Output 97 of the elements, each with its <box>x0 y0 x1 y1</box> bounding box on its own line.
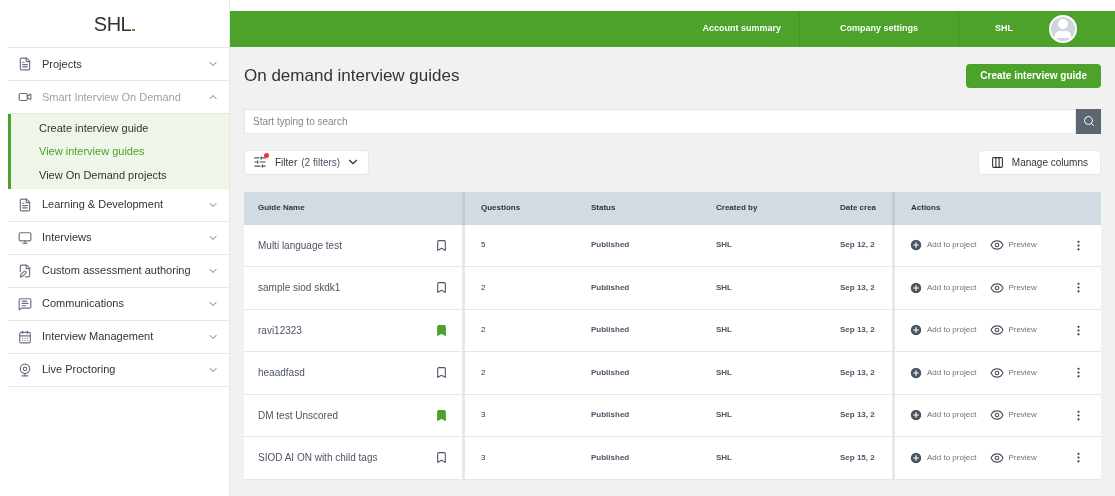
page-title: On demand interview guides <box>244 65 460 87</box>
guide-name[interactable]: heaadfasd <box>258 365 435 381</box>
guide-name[interactable]: ravi12323 <box>258 322 435 338</box>
bookmark-icon[interactable] <box>435 366 448 380</box>
submenu-item[interactable]: View On Demand projects <box>11 163 229 187</box>
column-header: Questions <box>481 202 521 214</box>
search-field[interactable]: Start typing to search <box>244 108 1076 134</box>
table-cell: 2 <box>481 366 486 379</box>
message-icon <box>18 296 32 311</box>
filter-button[interactable]: Filter (2 filters) <box>244 149 370 175</box>
table-cell: Sep 12, 2 <box>840 239 875 252</box>
search-button[interactable] <box>1076 108 1101 134</box>
bookmark-icon[interactable] <box>435 323 448 337</box>
add-to-project-button[interactable]: Add to project <box>909 408 977 423</box>
table-cell: 3 <box>481 451 486 464</box>
plus-circle-icon <box>909 365 923 380</box>
table-cell: Published <box>591 366 630 379</box>
bookmark-icon[interactable] <box>435 238 448 252</box>
eye-icon <box>990 450 1005 465</box>
sidebar-item[interactable]: Interviews <box>8 221 229 255</box>
column-header: Guide Name <box>258 202 305 214</box>
sidebar-item[interactable]: Interview Management <box>8 320 229 354</box>
table-cell: Published <box>591 239 630 252</box>
table-cell: Published <box>591 409 630 422</box>
guide-name[interactable]: sample siod skdk1 <box>258 280 435 296</box>
guide-name[interactable]: SIOD AI ON with child tags <box>258 450 435 466</box>
table-cell: SHL <box>716 366 732 379</box>
table-cell: 3 <box>481 409 486 422</box>
submenu-item[interactable]: View interview guides <box>11 139 229 163</box>
table-cell: 5 <box>481 239 486 252</box>
column-header: Status <box>591 202 616 214</box>
bookmark-icon[interactable] <box>435 408 448 422</box>
column-header: Created by <box>716 202 758 214</box>
sidebar-item[interactable]: Live Proctoring <box>8 353 229 387</box>
plus-circle-icon <box>909 408 923 423</box>
preview-button[interactable]: Preview <box>990 365 1037 380</box>
document-icon <box>18 57 32 71</box>
plus-circle-icon <box>909 323 923 338</box>
sidebar-item[interactable]: Custom assessment authoring <box>8 254 229 288</box>
video-camera-icon <box>18 90 32 104</box>
add-to-project-button[interactable]: Add to project <box>909 323 977 338</box>
topbar-link[interactable]: Account summary <box>684 11 799 47</box>
sidebar-item[interactable]: Communications <box>8 287 229 321</box>
column-header: Date crea <box>840 202 877 214</box>
table-cell: Sep 13, 2 <box>840 324 875 337</box>
column-header: Actions <box>911 202 941 214</box>
table-cell: Published <box>591 451 630 464</box>
eye-icon <box>990 323 1005 338</box>
calendar-icon <box>18 329 32 344</box>
table-cell: Sep 13, 2 <box>840 409 875 422</box>
plus-circle-icon <box>909 238 923 253</box>
add-to-project-button[interactable]: Add to project <box>909 450 977 465</box>
preview-button[interactable]: Preview <box>990 238 1037 253</box>
table-cell: Sep 15, 2 <box>840 451 875 464</box>
search-icon <box>1082 115 1095 127</box>
add-to-project-button[interactable]: Add to project <box>909 365 977 380</box>
monitor-icon <box>18 230 32 245</box>
submenu-item[interactable]: Create interview guide <box>11 116 229 140</box>
webcam-icon <box>18 362 32 377</box>
table-cell: Sep 13, 2 <box>840 366 875 379</box>
bookmark-icon[interactable] <box>435 451 448 465</box>
guide-name[interactable]: Multi language test <box>258 237 435 253</box>
sidebar-item[interactable]: Projects <box>8 48 229 81</box>
avatar[interactable] <box>1049 15 1077 43</box>
create-guide-button[interactable]: Create interview guide <box>966 63 1101 88</box>
columns-icon <box>990 155 1004 169</box>
eye-icon <box>990 238 1005 253</box>
add-to-project-button[interactable]: Add to project <box>909 238 977 253</box>
preview-button[interactable]: Preview <box>990 408 1037 423</box>
bookmark-icon[interactable] <box>435 281 448 295</box>
table-cell: Sep 13, 2 <box>840 281 875 294</box>
preview-button[interactable]: Preview <box>990 323 1037 338</box>
table-cell: SHL <box>716 281 732 294</box>
document-icon <box>18 197 32 212</box>
topbar-link[interactable]: SHL <box>959 11 1049 47</box>
eye-icon <box>990 280 1005 295</box>
logo: SHL <box>93 8 136 39</box>
eye-icon <box>990 365 1005 380</box>
preview-button[interactable]: Preview <box>990 280 1037 295</box>
add-to-project-button[interactable]: Add to project <box>909 280 977 295</box>
topbar-link[interactable]: Company settings <box>799 11 959 47</box>
edit-document-icon <box>18 263 32 278</box>
manage-columns-button[interactable]: Manage columns <box>977 149 1101 175</box>
plus-circle-icon <box>909 280 923 295</box>
table-cell: SHL <box>716 451 732 464</box>
table-cell: SHL <box>716 239 732 252</box>
guide-name[interactable]: DM test Unscored <box>258 407 435 423</box>
plus-circle-icon <box>909 450 923 465</box>
eye-icon <box>990 408 1005 423</box>
table-cell: SHL <box>716 324 732 337</box>
preview-button[interactable]: Preview <box>990 450 1037 465</box>
table-cell: Published <box>591 324 630 337</box>
table-cell: SHL <box>716 409 732 422</box>
table-cell: 2 <box>481 324 486 337</box>
sidebar-item[interactable]: Learning & Development <box>8 188 229 222</box>
table-cell: Published <box>591 281 630 294</box>
table-cell: 2 <box>481 281 486 294</box>
